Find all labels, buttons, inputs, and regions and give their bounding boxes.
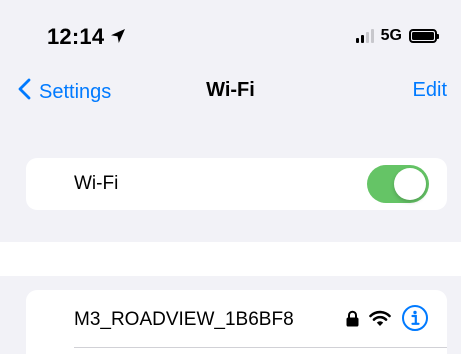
location-arrow-icon: [110, 24, 126, 50]
network-type: 5G: [380, 27, 402, 44]
wifi-toggle-switch[interactable]: [367, 165, 429, 203]
lock-icon: [346, 310, 359, 332]
wifi-toggle-cell: Wi-Fi: [26, 158, 447, 210]
network-list-item[interactable]: M3_ROADVIEW_1B6BF8: [26, 290, 447, 354]
wifi-signal-icon: [369, 310, 391, 332]
cellular-signal-icon: [355, 29, 374, 43]
row-divider: [74, 347, 447, 348]
battery-icon: [409, 29, 439, 43]
edit-button[interactable]: Edit: [413, 79, 447, 102]
section-gap: [0, 242, 461, 276]
network-status-icons: [346, 304, 429, 337]
page-title: Wi-Fi: [206, 79, 255, 101]
status-bar-indicators: 5G: [355, 27, 439, 45]
toggle-knob: [394, 168, 426, 200]
wifi-toggle-label: Wi-Fi: [74, 173, 119, 194]
info-icon[interactable]: [401, 304, 429, 337]
network-name: M3_ROADVIEW_1B6BF8: [74, 309, 294, 330]
status-bar-time: 12:14: [47, 24, 126, 50]
status-time-text: 12:14: [47, 24, 105, 49]
